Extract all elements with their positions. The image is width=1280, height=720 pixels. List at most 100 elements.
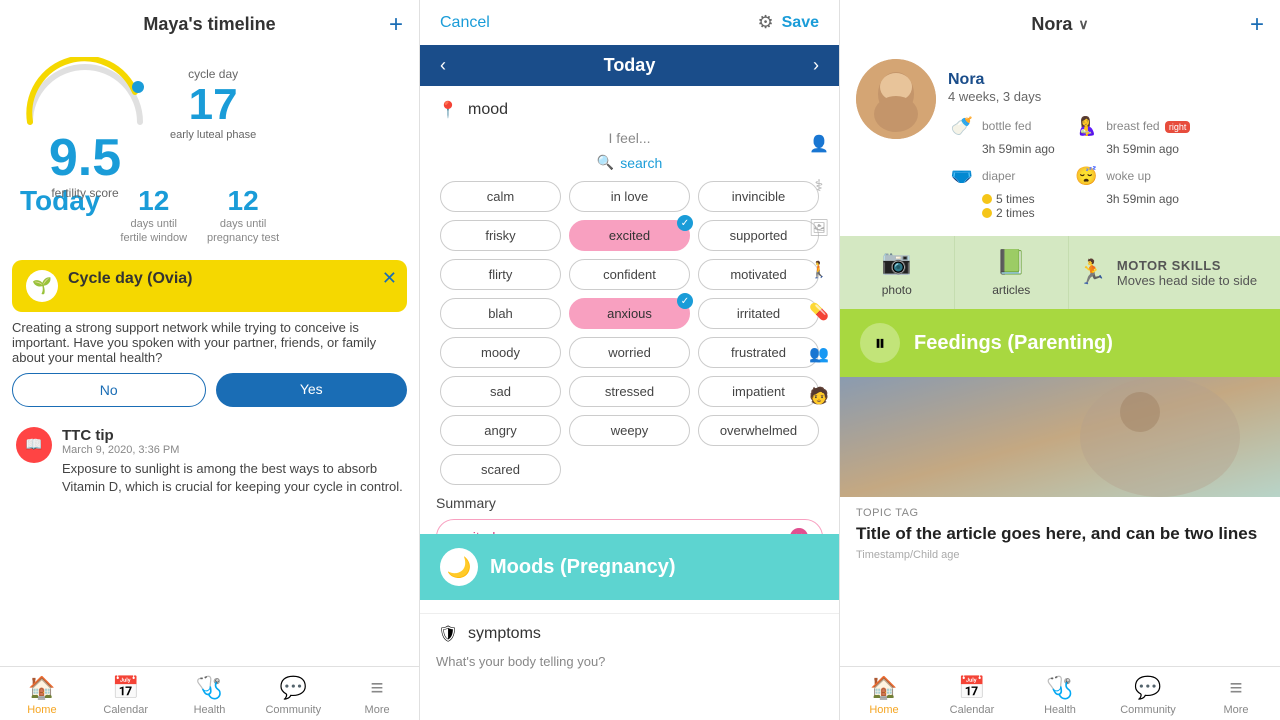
stats-row: 9.5 fertility score cycle day 17 early l… <box>0 49 419 179</box>
motor-skills-tile[interactable]: 🏃 MOTOR SKILLS Moves head side to side <box>1069 236 1280 309</box>
left-nav-more[interactable]: ≡ More <box>335 667 419 720</box>
feedings-banner[interactable]: ⏸ Feedings (Parenting) <box>840 309 1280 377</box>
side-icon-people[interactable]: 👥 <box>805 340 833 368</box>
mood-tag-moody[interactable]: moody <box>440 337 561 368</box>
mood-tag-impatient[interactable]: impatient <box>698 376 819 407</box>
days-pregnancy-label: days untilpregnancy test <box>207 217 279 246</box>
right-nav-calendar[interactable]: 📅 Calendar <box>928 667 1016 720</box>
fertility-score-label: fertility score <box>20 186 150 200</box>
moods-pregnancy-banner[interactable]: 🌙 Moods (Pregnancy) <box>420 534 839 600</box>
calendar-icon: 📅 <box>112 675 139 701</box>
right-nav-community[interactable]: 💬 Community <box>1104 667 1192 720</box>
left-nav-community[interactable]: 💬 Community <box>251 667 335 720</box>
anxious-check-badge: ✓ <box>677 293 693 309</box>
mood-tag-sad[interactable]: sad <box>440 376 561 407</box>
feedings-title: Feedings (Parenting) <box>914 332 1113 355</box>
baby-info-card: Nora 4 weeks, 3 days 🍼 bottle fed 3h 59m… <box>840 49 1280 230</box>
left-title: Maya's timeline <box>143 14 275 35</box>
mood-tag-calm[interactable]: calm <box>440 181 561 212</box>
mood-tag-invincible[interactable]: invincible <box>698 181 819 212</box>
side-icon-medical[interactable]: ⚕ <box>805 172 833 200</box>
woke-up-label: woke up <box>1106 169 1151 183</box>
date-prev-button[interactable]: ‹ <box>440 55 446 76</box>
side-icons: 👤 ⚕ 🖼 🚶 💊 👥 🧑 <box>805 130 833 410</box>
side-icon-pill[interactable]: 💊 <box>805 298 833 326</box>
right-nav-home[interactable]: 🏠 Home <box>840 667 928 720</box>
side-icon-head[interactable]: 👤 <box>805 130 833 158</box>
left-nav-home[interactable]: 🏠 Home <box>0 667 84 720</box>
article-title[interactable]: Title of the article goes here, and can … <box>856 523 1264 545</box>
date-next-button[interactable]: › <box>813 55 819 76</box>
mood-tag-frustrated[interactable]: frustrated <box>698 337 819 368</box>
mood-tag-angry[interactable]: angry <box>440 415 561 446</box>
mood-search-bar[interactable]: 🔍 search <box>436 154 823 171</box>
cycle-tip-no-button[interactable]: No <box>12 373 206 407</box>
cycle-tip-banner-wrapper: 🌱 Cycle day (Ovia) ✕ Creating a strong s… <box>0 252 419 417</box>
chevron-down-icon[interactable]: ∨ <box>1078 16 1088 33</box>
left-nav-calendar[interactable]: 📅 Calendar <box>84 667 168 720</box>
mood-tag-stressed[interactable]: stressed <box>569 376 690 407</box>
mood-tag-supported[interactable]: supported <box>698 220 819 251</box>
topic-tag: TOPIC TAG <box>856 507 1264 519</box>
left-nav-home-label: Home <box>27 704 56 716</box>
mood-tag-frisky[interactable]: frisky <box>440 220 561 251</box>
settings-icon[interactable]: ⚙ <box>757 12 773 33</box>
mood-tag-blah[interactable]: blah <box>440 298 561 329</box>
date-title: Today <box>604 55 656 76</box>
symptoms-icon: 🛡 <box>436 622 460 646</box>
ttc-tip-card: 📖 TTC tip March 9, 2020, 3:36 PM Exposur… <box>0 417 419 506</box>
left-nav-health[interactable]: 🩺 Health <box>168 667 252 720</box>
mood-title: mood <box>468 101 508 119</box>
summary-title: Summary <box>436 495 823 511</box>
article-meta: Timestamp/Child age <box>856 549 1264 561</box>
mood-tag-worried[interactable]: worried <box>569 337 690 368</box>
article-image <box>840 377 1280 497</box>
right-add-button[interactable]: + <box>1250 11 1264 39</box>
photo-label: photo <box>882 283 912 297</box>
more-icon: ≡ <box>371 675 384 701</box>
cycle-tip-close-button[interactable]: ✕ <box>382 268 397 289</box>
article-image-svg <box>840 377 1280 497</box>
mood-tag-motivated[interactable]: motivated <box>698 259 819 290</box>
mood-tag-anxious[interactable]: anxious ✓ <box>569 298 690 329</box>
mood-tag-scared[interactable]: scared <box>440 454 561 485</box>
photo-tile[interactable]: 📷 photo <box>840 236 955 309</box>
ttc-content: TTC tip March 9, 2020, 3:36 PM Exposure … <box>62 427 403 496</box>
side-icon-walk[interactable]: 🚶 <box>805 256 833 284</box>
save-button[interactable]: Save <box>782 14 819 32</box>
mood-tag-flirty[interactable]: flirty <box>440 259 561 290</box>
cycle-day-sublabel: early luteal phase <box>170 129 256 141</box>
ttc-body: Exposure to sunlight is among the best w… <box>62 460 403 496</box>
right-badge: right <box>1165 121 1191 133</box>
side-icon-person-add[interactable]: 🧑 <box>805 382 833 410</box>
mood-tag-irritated[interactable]: irritated <box>698 298 819 329</box>
breast-fed-label: breast fed right <box>1106 119 1190 133</box>
cycle-tip-banner: 🌱 Cycle day (Ovia) ✕ <box>12 260 407 312</box>
cycle-tip-yes-button[interactable]: Yes <box>216 373 408 407</box>
right-nav-health[interactable]: 🩺 Health <box>1016 667 1104 720</box>
mood-tag-excited[interactable]: excited ✓ <box>569 220 690 251</box>
right-nav-more[interactable]: ≡ More <box>1192 667 1280 720</box>
mood-tag-in-love[interactable]: in love <box>569 181 690 212</box>
mood-tag-confident[interactable]: confident <box>569 259 690 290</box>
wet-dot <box>982 194 992 204</box>
cancel-button[interactable]: Cancel <box>440 14 490 32</box>
mood-tag-weepy[interactable]: weepy <box>569 415 690 446</box>
mood-tag-overwhelmed[interactable]: overwhelmed <box>698 415 819 446</box>
baby-avatar-svg <box>856 59 936 139</box>
action-tiles: 📷 photo 📗 articles 🏃 MOTOR SKILLS Moves … <box>840 236 1280 309</box>
activity-grid: 🍼 bottle fed 3h 59min ago 🤱 breast fed r… <box>948 112 1190 220</box>
ttc-date: March 9, 2020, 3:36 PM <box>62 444 403 456</box>
baby-avatar <box>856 59 936 139</box>
ttc-icon: 📖 <box>16 427 52 463</box>
mood-grid: calm in love invincible frisky excited ✓… <box>436 181 823 485</box>
diaper-wet-row: 5 times <box>982 192 1035 206</box>
articles-label: articles <box>992 283 1030 297</box>
fertility-arc-svg <box>20 57 150 127</box>
left-add-button[interactable]: + <box>389 11 403 39</box>
article-content: TOPIC TAG Title of the article goes here… <box>840 497 1280 571</box>
right-community-icon: 💬 <box>1134 675 1161 701</box>
side-icon-image[interactable]: 🖼 <box>805 214 833 242</box>
search-label: search <box>620 155 662 171</box>
articles-tile[interactable]: 📗 articles <box>955 236 1070 309</box>
